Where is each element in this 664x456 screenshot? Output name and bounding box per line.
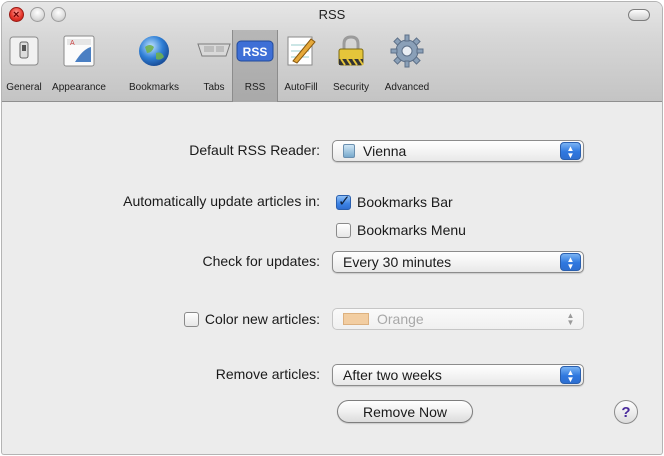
autofill-pencil-icon [282, 32, 320, 70]
auto-update-label: Automatically update articles in: [123, 193, 320, 209]
rss-icon: RSS [236, 32, 274, 70]
default-reader-value: Vienna [363, 143, 407, 159]
svg-text:A: A [70, 40, 75, 47]
tab-security[interactable]: Security [324, 30, 378, 102]
bookmarks-menu-label: Bookmarks Menu [357, 222, 466, 238]
popup-arrows-icon: ▲ ▼ [560, 142, 581, 160]
tab-label: AutoFill [284, 82, 318, 93]
window-toolbar-area: × RSS General A Appearance Bookmarks Tab… [2, 2, 662, 102]
help-button[interactable]: ? [614, 400, 638, 424]
globe-icon [135, 32, 173, 70]
general-switch-icon [5, 32, 43, 70]
article-color-popup[interactable]: Orange ▲ ▼ [332, 308, 584, 330]
remove-now-button[interactable]: Remove Now [337, 400, 473, 423]
tab-label: Bookmarks [128, 82, 179, 93]
check-updates-label: Check for updates: [202, 253, 320, 269]
preferences-window: × RSS General A Appearance Bookmarks Tab… [2, 2, 662, 454]
tab-general[interactable]: General [2, 30, 46, 102]
default-reader-popup[interactable]: Vienna ▲ ▼ [332, 140, 584, 162]
popup-arrows-icon: ▲ ▼ [566, 311, 575, 327]
bookmarks-menu-checkbox-row[interactable]: Bookmarks Menu [336, 220, 466, 240]
bookmarks-bar-checkbox-row[interactable]: ✓ Bookmarks Bar [336, 192, 453, 212]
appearance-icon: A [60, 32, 98, 70]
tab-appearance[interactable]: A Appearance [46, 30, 112, 102]
bookmarks-bar-label: Bookmarks Bar [357, 194, 453, 210]
window-title: RSS [318, 7, 346, 22]
tab-autofill[interactable]: AutoFill [278, 30, 324, 102]
tab-rss[interactable]: RSS RSS [232, 30, 278, 102]
tabs-icon [195, 32, 233, 70]
color-new-checkbox-row[interactable]: Color new articles: [183, 309, 320, 329]
color-new-label: Color new articles: [204, 311, 320, 327]
check-updates-popup[interactable]: Every 30 minutes ▲ ▼ [332, 251, 584, 273]
remove-articles-value: After two weeks [343, 367, 442, 383]
article-color-value: Orange [377, 311, 424, 327]
popup-arrows-icon: ▲ ▼ [560, 366, 581, 384]
tab-label: Advanced [384, 82, 430, 93]
color-new-checkbox[interactable] [183, 311, 199, 327]
remove-articles-popup[interactable]: After two weeks ▲ ▼ [332, 364, 584, 386]
bookmarks-menu-checkbox[interactable] [336, 222, 351, 238]
bookmarks-bar-checkbox[interactable]: ✓ [336, 192, 351, 210]
checkmark-icon: ✓ [338, 192, 351, 210]
tab-label: General [6, 82, 42, 93]
vienna-app-icon [343, 144, 355, 158]
lock-icon [332, 32, 370, 70]
remove-articles-label: Remove articles: [215, 366, 320, 382]
gear-icon [388, 32, 426, 70]
check-updates-value: Every 30 minutes [343, 254, 452, 270]
tab-label: Security [332, 82, 370, 93]
toolbar-toggle-button[interactable] [628, 9, 650, 21]
preferences-toolbar: General A Appearance Bookmarks Tabs RSS … [2, 30, 436, 102]
tab-label: Appearance [52, 82, 106, 93]
tab-advanced[interactable]: Advanced [378, 30, 436, 102]
title-bar: × RSS [2, 2, 662, 28]
orange-color-swatch [343, 313, 369, 325]
tab-label: Tabs [203, 82, 225, 93]
rss-preferences-pane: Default RSS Reader: Vienna ▲ ▼ Automatica… [2, 102, 662, 454]
tab-tabs[interactable]: Tabs [196, 30, 232, 102]
default-reader-label: Default RSS Reader: [189, 142, 320, 158]
popup-arrows-icon: ▲ ▼ [560, 253, 581, 271]
tab-bookmarks[interactable]: Bookmarks [112, 30, 196, 102]
tab-label: RSS [244, 82, 266, 93]
svg-text:RSS: RSS [243, 45, 268, 59]
